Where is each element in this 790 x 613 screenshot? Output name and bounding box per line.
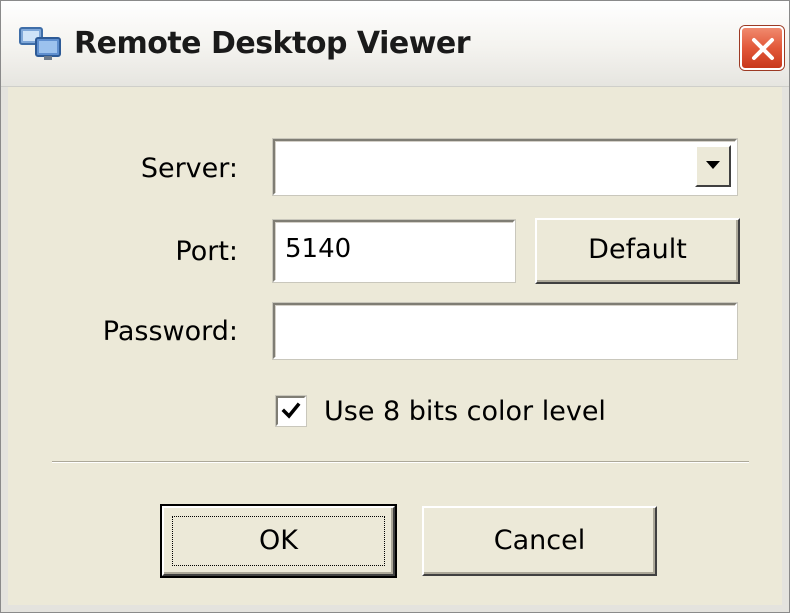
port-input[interactable]: 5140: [272, 219, 516, 283]
focus-ring: [172, 516, 385, 566]
server-combobox[interactable]: [272, 138, 738, 196]
window-title: Remote Desktop Viewer: [74, 26, 471, 61]
password-label: Password:: [102, 316, 238, 347]
title-bar[interactable]: Remote Desktop Viewer: [0, 0, 790, 87]
server-label: Server:: [140, 153, 238, 184]
close-button[interactable]: [740, 26, 784, 70]
default-port-button[interactable]: Default: [535, 218, 740, 284]
server-dropdown-button[interactable]: [695, 145, 731, 187]
password-input[interactable]: [272, 302, 738, 360]
port-value: 5140: [285, 234, 352, 264]
color-level-label[interactable]: Use 8 bits color level: [324, 396, 606, 427]
default-port-button-label: Default: [588, 234, 687, 265]
remote-desktop-icon: [18, 24, 64, 64]
cancel-button[interactable]: Cancel: [422, 506, 657, 576]
color-level-checkbox[interactable]: [275, 395, 307, 427]
cancel-button-label: Cancel: [493, 525, 586, 556]
divider: [52, 461, 749, 463]
port-label: Port:: [175, 236, 238, 267]
ok-button[interactable]: OK: [160, 504, 397, 578]
